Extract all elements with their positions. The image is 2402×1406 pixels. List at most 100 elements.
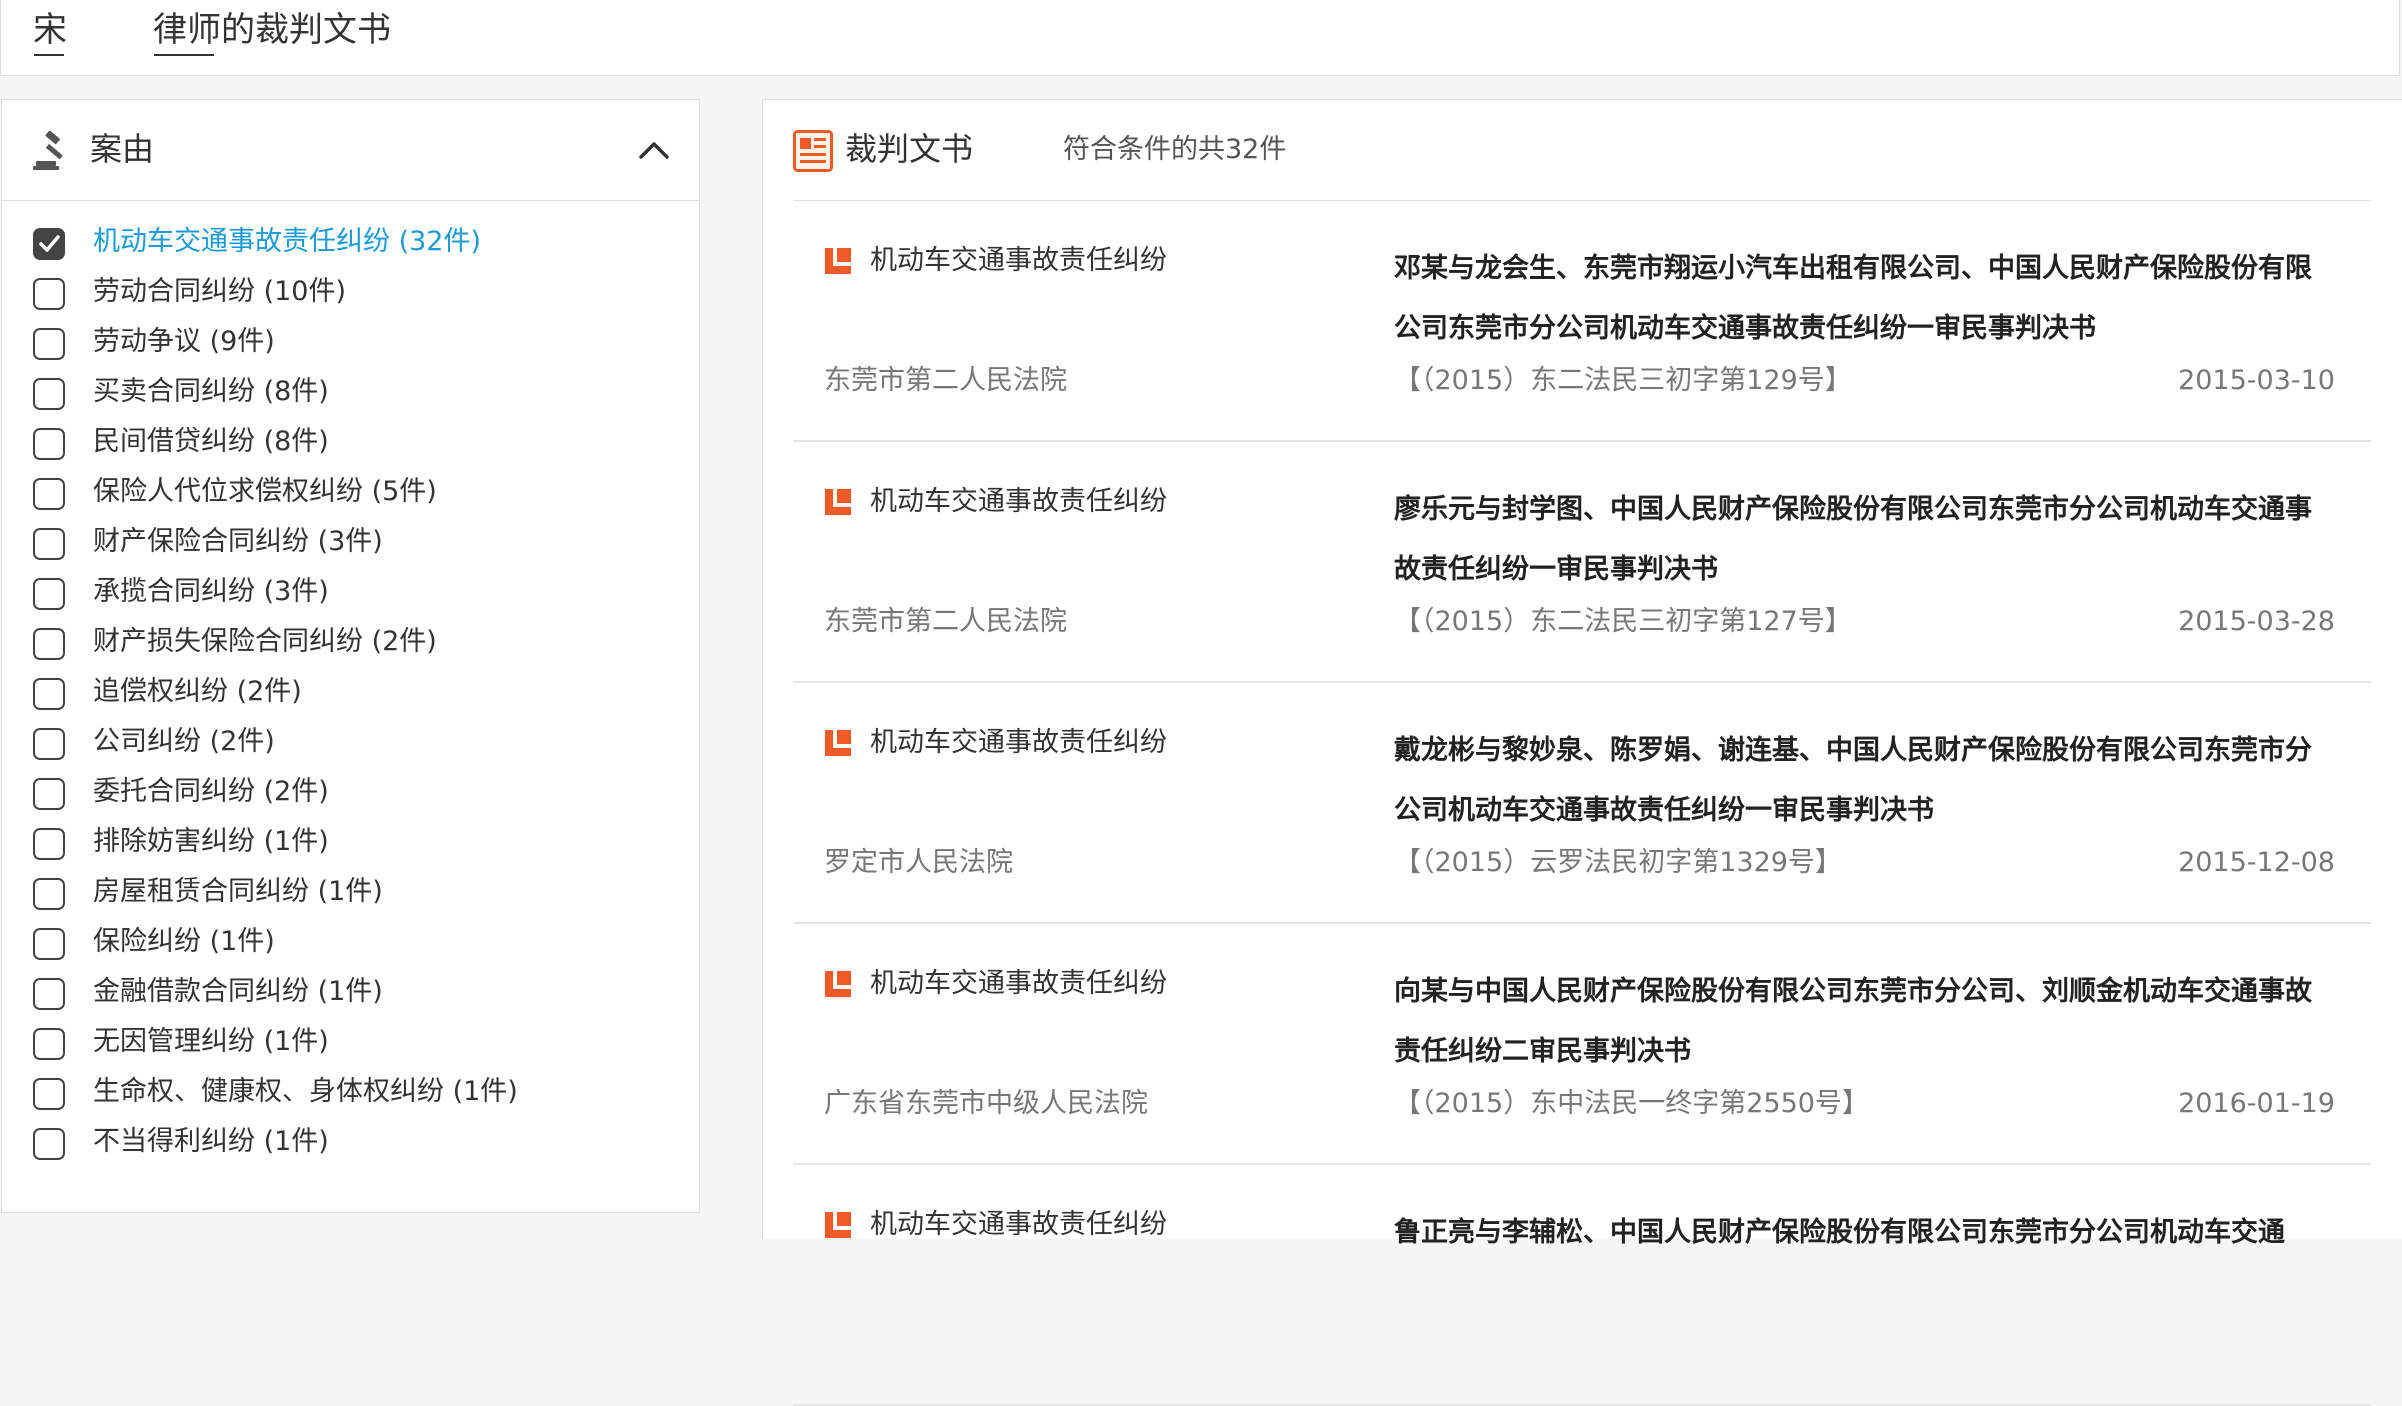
document-item: 机动车交通事故责任纠纷 廖乐元与封学图、中国人民财产保险股份有限公司东莞市分公司机…: [793, 442, 2371, 683]
document-item: 机动车交通事故责任纠纷 邓某与龙会生、东莞市翔运小汽车出租有限公司、中国人民财产保…: [793, 201, 2371, 442]
cause-label[interactable]: 劳动合同纠纷 (10件): [93, 270, 346, 314]
case-type: 机动车交通事故责任纠纷: [870, 968, 1167, 999]
cause-label[interactable]: 民间借贷纠纷 (8件): [93, 420, 329, 464]
cause-label[interactable]: 保险人代位求偿权纠纷 (5件): [93, 470, 437, 514]
cause-filter-item[interactable]: 生命权、健康权、身体权纠纷 (1件): [2, 1067, 699, 1117]
cause-label[interactable]: 财产保险合同纠纷 (3件): [93, 520, 383, 564]
cause-filter-panel: 案由 机动车交通事故责任纠纷 (32件) 劳动合同纠纷 (10件) 劳动争议 (9件…: [1, 99, 700, 1213]
cause-filter-item[interactable]: 财产保险合同纠纷 (3件): [2, 517, 699, 567]
document-title-link[interactable]: 戴龙彬与黎妙泉、陈罗娟、谢连基、中国人民财产保险股份有限公司东莞市分公司机动车交…: [1394, 721, 2334, 841]
cause-label[interactable]: 保险纠纷 (1件): [93, 920, 275, 964]
cause-label[interactable]: 不当得利纠纷 (1件): [93, 1120, 329, 1164]
checkbox[interactable]: [33, 578, 65, 610]
document-list: 机动车交通事故责任纠纷 邓某与龙会生、东莞市翔运小汽车出租有限公司、中国人民财产保…: [793, 201, 2371, 1406]
court-name: 东莞市第二人民法院: [824, 365, 1067, 396]
checkbox[interactable]: [33, 878, 65, 910]
cause-label[interactable]: 生命权、健康权、身体权纠纷 (1件): [93, 1070, 518, 1114]
case-type: 机动车交通事故责任纠纷: [870, 727, 1167, 758]
cause-filter-item[interactable]: 保险纠纷 (1件): [2, 917, 699, 967]
result-count: 符合条件的共32件: [1063, 134, 1287, 165]
checkbox[interactable]: [33, 828, 65, 860]
checkbox[interactable]: [33, 1128, 65, 1160]
cause-filter-item[interactable]: 公司纠纷 (2件): [2, 717, 699, 767]
cause-filter-item[interactable]: 买卖合同纠纷 (8件): [2, 367, 699, 417]
checkbox[interactable]: [33, 1028, 65, 1060]
checkbox[interactable]: [33, 378, 65, 410]
cause-filter-item[interactable]: 房屋租赁合同纠纷 (1件): [2, 867, 699, 917]
chevron-up-icon[interactable]: [635, 131, 673, 169]
documents-title: 裁判文书: [845, 130, 974, 168]
case-number: 【（2015）东二法民三初字第129号】: [1394, 365, 1852, 396]
checkmark-icon: [39, 235, 60, 252]
cause-filter-item[interactable]: 不当得利纠纷 (1件): [2, 1117, 699, 1167]
cause-label[interactable]: 机动车交通事故责任纠纷 (32件): [93, 220, 481, 264]
checkbox[interactable]: [33, 978, 65, 1010]
judgment-date: 2016-01-19: [2178, 1088, 2335, 1119]
cause-filter-header[interactable]: 案由: [2, 100, 699, 201]
page-title: 宋 律师的裁判文书: [33, 8, 391, 52]
checkbox[interactable]: [33, 528, 65, 560]
court-name: 东莞市第二人民法院: [824, 606, 1067, 637]
cause-label[interactable]: 公司纠纷 (2件): [93, 720, 275, 764]
cause-label[interactable]: 追偿权纠纷 (2件): [93, 670, 302, 714]
gavel-icon: [33, 131, 63, 170]
cause-filter-item[interactable]: 保险人代位求偿权纠纷 (5件): [2, 467, 699, 517]
cause-filter-item[interactable]: 财产损失保险合同纠纷 (2件): [2, 617, 699, 667]
cause-filter-item[interactable]: 劳动争议 (9件): [2, 317, 699, 367]
document-title-link[interactable]: 廖乐元与封学图、中国人民财产保险股份有限公司东莞市分公司机动车交通事故责任纠纷一…: [1394, 480, 2334, 600]
case-number: 【（2015）东中法民一终字第2550号】: [1394, 1088, 1869, 1119]
checkbox[interactable]: [33, 328, 65, 360]
checkbox[interactable]: [33, 278, 65, 310]
cause-filter-item[interactable]: 机动车交通事故责任纠纷 (32件): [2, 217, 699, 267]
cause-filter-title: 案由: [90, 130, 155, 168]
cause-label[interactable]: 承揽合同纠纷 (3件): [93, 570, 329, 614]
documents-header: 裁判文书 符合条件的共32件: [793, 100, 2371, 201]
checkbox-checked[interactable]: [33, 228, 65, 260]
document-title-link[interactable]: 邓某与龙会生、东莞市翔运小汽车出租有限公司、中国人民财产保险股份有限公司东莞市分…: [1394, 239, 2334, 359]
cause-filter-item[interactable]: 追偿权纠纷 (2件): [2, 667, 699, 717]
cause-label[interactable]: 金融借款合同纠纷 (1件): [93, 970, 383, 1014]
judgment-date: 2015-12-08: [2178, 847, 2335, 878]
document-title-link[interactable]: 鲁正亮与李辅松、中国人民财产保险股份有限公司东莞市分公司机动车交通: [1394, 1203, 2334, 1263]
checkbox[interactable]: [33, 728, 65, 760]
cause-filter-item[interactable]: 排除妨害纠纷 (1件): [2, 817, 699, 867]
cause-filter-item[interactable]: 承揽合同纠纷 (3件): [2, 567, 699, 617]
checkbox[interactable]: [33, 628, 65, 660]
case-number: 【（2015）云罗法民初字第1329号】: [1394, 847, 1842, 878]
case-type: 机动车交通事故责任纠纷: [870, 245, 1167, 276]
cause-filter-item[interactable]: 金融借款合同纠纷 (1件): [2, 967, 699, 1017]
checkbox[interactable]: [33, 678, 65, 710]
cause-label[interactable]: 无因管理纠纷 (1件): [93, 1020, 329, 1064]
cause-label[interactable]: 房屋租赁合同纠纷 (1件): [93, 870, 383, 914]
cause-label[interactable]: 排除妨害纠纷 (1件): [93, 820, 329, 864]
documents-panel: 裁判文书 符合条件的共32件 机动车交通事故责任纠纷 邓某与龙会生、东莞市翔运小汽…: [762, 99, 2402, 1406]
title-underline: [154, 54, 214, 56]
checkbox[interactable]: [33, 928, 65, 960]
case-type: 机动车交通事故责任纠纷: [870, 1209, 1167, 1240]
cause-filter-item[interactable]: 民间借贷纠纷 (8件): [2, 417, 699, 467]
cause-label[interactable]: 委托合同纠纷 (2件): [93, 770, 329, 814]
cause-label[interactable]: 财产损失保险合同纠纷 (2件): [93, 620, 437, 664]
cause-label[interactable]: 买卖合同纠纷 (8件): [93, 370, 329, 414]
cause-label[interactable]: 劳动争议 (9件): [93, 320, 275, 364]
redacted-name: [67, 11, 153, 52]
checkbox[interactable]: [33, 478, 65, 510]
case-type-icon: [825, 971, 851, 997]
case-type-icon: [825, 1212, 851, 1238]
document-item: 机动车交通事故责任纠纷 鲁正亮与李辅松、中国人民财产保险股份有限公司东莞市分公司机…: [793, 1165, 2371, 1406]
checkbox[interactable]: [33, 428, 65, 460]
case-number: 【（2015）东二法民三初字第127号】: [1394, 606, 1852, 637]
title-underline: [34, 54, 64, 56]
checkbox[interactable]: [33, 778, 65, 810]
cause-list: 机动车交通事故责任纠纷 (32件) 劳动合同纠纷 (10件) 劳动争议 (9件) 买卖…: [2, 217, 699, 1167]
cause-filter-item[interactable]: 劳动合同纠纷 (10件): [2, 267, 699, 317]
cause-filter-item[interactable]: 委托合同纠纷 (2件): [2, 767, 699, 817]
checkbox[interactable]: [33, 1078, 65, 1110]
document-title-link[interactable]: 向某与中国人民财产保险股份有限公司东莞市分公司、刘顺金机动车交通事故责任纠纷二审…: [1394, 962, 2334, 1082]
case-type-icon: [825, 489, 851, 515]
cause-filter-item[interactable]: 无因管理纠纷 (1件): [2, 1017, 699, 1067]
page-title-prefix: 宋: [33, 10, 67, 50]
case-type-icon: [825, 248, 851, 274]
page-title-suffix: 律师的裁判文书: [153, 10, 391, 50]
title-bar: 宋 律师的裁判文书: [0, 0, 2400, 76]
